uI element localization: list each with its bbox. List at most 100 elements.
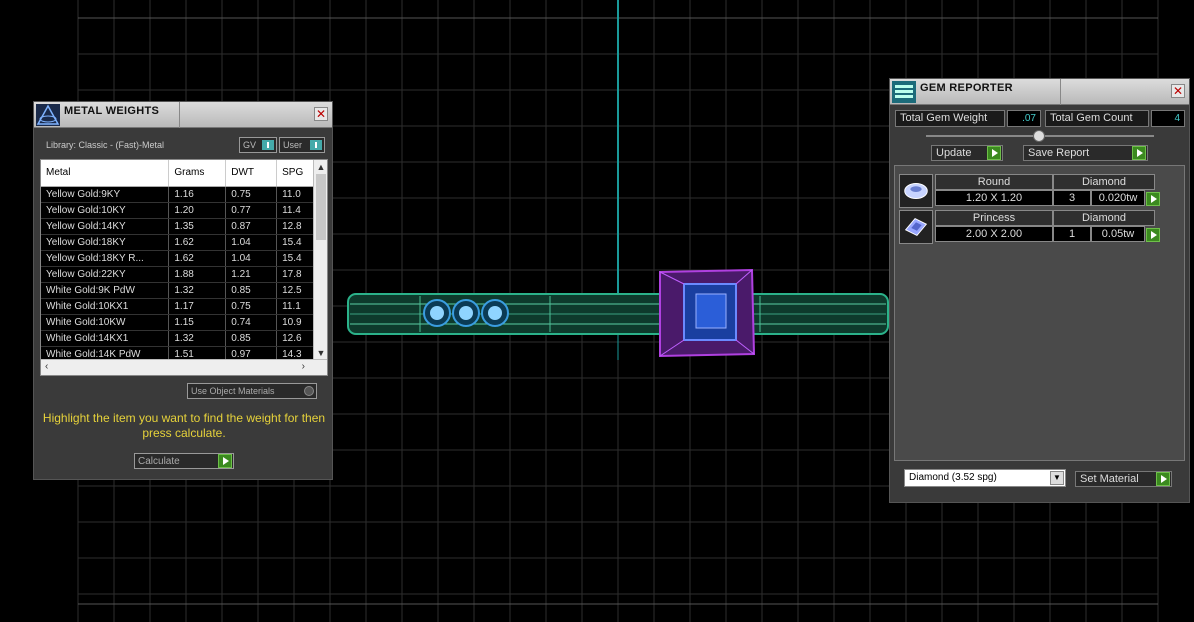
- total-gem-weight-value: .07: [1007, 110, 1041, 127]
- gem-type: Diamond: [1053, 174, 1155, 190]
- gem-type: Diamond: [1053, 210, 1155, 226]
- set-material-label: Set Material: [1080, 473, 1139, 485]
- close-icon[interactable]: ✕: [314, 107, 328, 121]
- calculate-button[interactable]: Calculate: [134, 453, 234, 469]
- play-arrow-icon: [1156, 472, 1170, 486]
- scrollbar-thumb[interactable]: [316, 174, 326, 240]
- grams-cell: 1.62: [168, 250, 227, 267]
- update-button[interactable]: Update: [931, 145, 1003, 161]
- table-row[interactable]: Yellow Gold:9KY 1.16 0.75 11.0: [41, 186, 327, 203]
- metal-weights-titlebar[interactable]: METAL WEIGHTS ✕: [34, 102, 332, 128]
- dwt-cell: 1.21: [225, 266, 278, 283]
- grams-cell: 1.17: [168, 298, 227, 315]
- metal-cell: Yellow Gold:22KY: [41, 266, 170, 283]
- use-object-materials-option[interactable]: Use Object Materials: [187, 383, 317, 399]
- grams-cell: 1.20: [168, 202, 227, 219]
- column-header-dwt[interactable]: DWT: [225, 160, 278, 187]
- play-arrow-icon: [987, 146, 1001, 160]
- material-select[interactable]: Diamond (3.52 spg) ▼: [904, 469, 1066, 487]
- gem-size: 2.00 X 2.00: [935, 226, 1053, 242]
- dwt-cell: 0.87: [225, 218, 278, 235]
- column-header-grams[interactable]: Grams: [168, 160, 227, 187]
- vertical-scrollbar[interactable]: ▲ ▼: [313, 160, 327, 360]
- library-label: Library: Classic - (Fast)-Metal: [46, 140, 165, 150]
- metal-cell: White Gold:10KX1: [41, 298, 170, 315]
- play-arrow-icon: [1132, 146, 1146, 160]
- grams-cell: 1.32: [168, 282, 227, 299]
- column-header-metal[interactable]: Metal: [41, 160, 170, 187]
- calculate-label: Calculate: [138, 456, 180, 467]
- user-toggle-label: User: [283, 140, 303, 150]
- chevron-down-icon[interactable]: ▼: [1050, 471, 1064, 485]
- gem-reporter-titlebar[interactable]: GEM REPORTER ✕: [890, 79, 1189, 105]
- gem-shape: Princess: [935, 210, 1053, 226]
- metal-weights-panel: METAL WEIGHTS ✕ Library: Classic - (Fast…: [33, 101, 333, 480]
- save-report-label: Save Report: [1028, 147, 1090, 159]
- toggle-icon: [310, 140, 322, 150]
- gem-reporter-logo-icon: [892, 81, 916, 103]
- play-arrow-icon[interactable]: [1146, 192, 1160, 206]
- metal-weights-table[interactable]: Metal Grams DWT SPG Yellow Gold:9KY 1.16 0…: [40, 159, 328, 376]
- user-toggle[interactable]: User: [279, 137, 325, 153]
- gem-row[interactable]: Princess Diamond 2.00 X 2.00 1 0.05tw: [899, 210, 1160, 244]
- metal-cell: Yellow Gold:14KY: [41, 218, 170, 235]
- total-gem-count-value: 4: [1151, 110, 1185, 127]
- metal-cell: White Gold:14KX1: [41, 330, 170, 347]
- report-slider-handle[interactable]: [1033, 130, 1045, 142]
- gv-toggle-label: GV: [243, 140, 257, 150]
- princess-gem-model: [659, 268, 756, 358]
- gem-list[interactable]: Round Diamond 1.20 X 1.20 3 0.020tw Prin…: [894, 165, 1185, 461]
- scroll-down-icon[interactable]: ▼: [314, 346, 327, 360]
- instruction-text: Highlight the item you want to find the …: [42, 411, 326, 440]
- titlebar-divider: [1060, 79, 1061, 105]
- titlebar-divider: [179, 102, 180, 128]
- dwt-cell: 0.75: [225, 186, 278, 203]
- horizontal-scrollbar[interactable]: ‹ ›: [41, 359, 327, 375]
- toggle-icon: [262, 140, 274, 150]
- dwt-cell: 0.75: [225, 298, 278, 315]
- update-label: Update: [936, 147, 972, 159]
- material-select-value: Diamond (3.52 spg): [909, 472, 997, 483]
- table-row[interactable]: Yellow Gold:18KY 1.62 1.04 15.4: [41, 234, 327, 251]
- table-row[interactable]: White Gold:10KW 1.15 0.74 10.9: [41, 314, 327, 331]
- scroll-right-icon[interactable]: ›: [302, 361, 305, 372]
- table-row[interactable]: Yellow Gold:10KY 1.20 0.77 11.4: [41, 202, 327, 219]
- close-icon[interactable]: ✕: [1171, 84, 1185, 98]
- table-row[interactable]: White Gold:9K PdW 1.32 0.85 12.5: [41, 282, 327, 299]
- metal-cell: Yellow Gold:10KY: [41, 202, 170, 219]
- table-row[interactable]: White Gold:10KX1 1.17 0.75 11.1: [41, 298, 327, 315]
- total-gem-weight-label: Total Gem Weight: [895, 110, 1005, 127]
- grams-cell: 1.88: [168, 266, 227, 283]
- gem-weight: 0.05tw: [1091, 226, 1145, 242]
- gv-toggle[interactable]: GV: [239, 137, 277, 153]
- metal-cell: White Gold:10KW: [41, 314, 170, 331]
- table-row[interactable]: White Gold:14KX1 1.32 0.85 12.6: [41, 330, 327, 347]
- round-gem-icon: [899, 174, 933, 208]
- save-report-button[interactable]: Save Report: [1023, 145, 1148, 161]
- total-gem-count-label: Total Gem Count: [1045, 110, 1149, 127]
- table-row[interactable]: Yellow Gold:22KY 1.88 1.21 17.8: [41, 266, 327, 283]
- set-material-button[interactable]: Set Material: [1075, 471, 1172, 487]
- dwt-cell: 1.04: [225, 234, 278, 251]
- metal-cell: White Gold:9K PdW: [41, 282, 170, 299]
- table-row[interactable]: Yellow Gold:14KY 1.35 0.87 12.8: [41, 218, 327, 235]
- dwt-cell: 0.74: [225, 314, 278, 331]
- gem-reporter-panel: GEM REPORTER ✕ Total Gem Weight .07 Tota…: [889, 78, 1190, 503]
- grams-cell: 1.35: [168, 218, 227, 235]
- scroll-left-icon[interactable]: ‹: [45, 361, 48, 372]
- gem-size: 1.20 X 1.20: [935, 190, 1053, 206]
- use-object-materials-label: Use Object Materials: [191, 386, 275, 396]
- gem-row[interactable]: Round Diamond 1.20 X 1.20 3 0.020tw: [899, 174, 1160, 208]
- table-row[interactable]: Yellow Gold:18KY R... 1.62 1.04 15.4: [41, 250, 327, 267]
- gem-count: 3: [1053, 190, 1091, 206]
- round-gems-model: [423, 299, 509, 327]
- metal-cell: Yellow Gold:18KY R...: [41, 250, 170, 267]
- metal-cell: Yellow Gold:18KY: [41, 234, 170, 251]
- gem-count: 1: [1053, 226, 1091, 242]
- grams-cell: 1.15: [168, 314, 227, 331]
- radio-icon: [304, 386, 314, 396]
- scroll-up-icon[interactable]: ▲: [314, 160, 327, 174]
- play-arrow-icon[interactable]: [1146, 228, 1160, 242]
- grams-cell: 1.16: [168, 186, 227, 203]
- dwt-cell: 0.85: [225, 282, 278, 299]
